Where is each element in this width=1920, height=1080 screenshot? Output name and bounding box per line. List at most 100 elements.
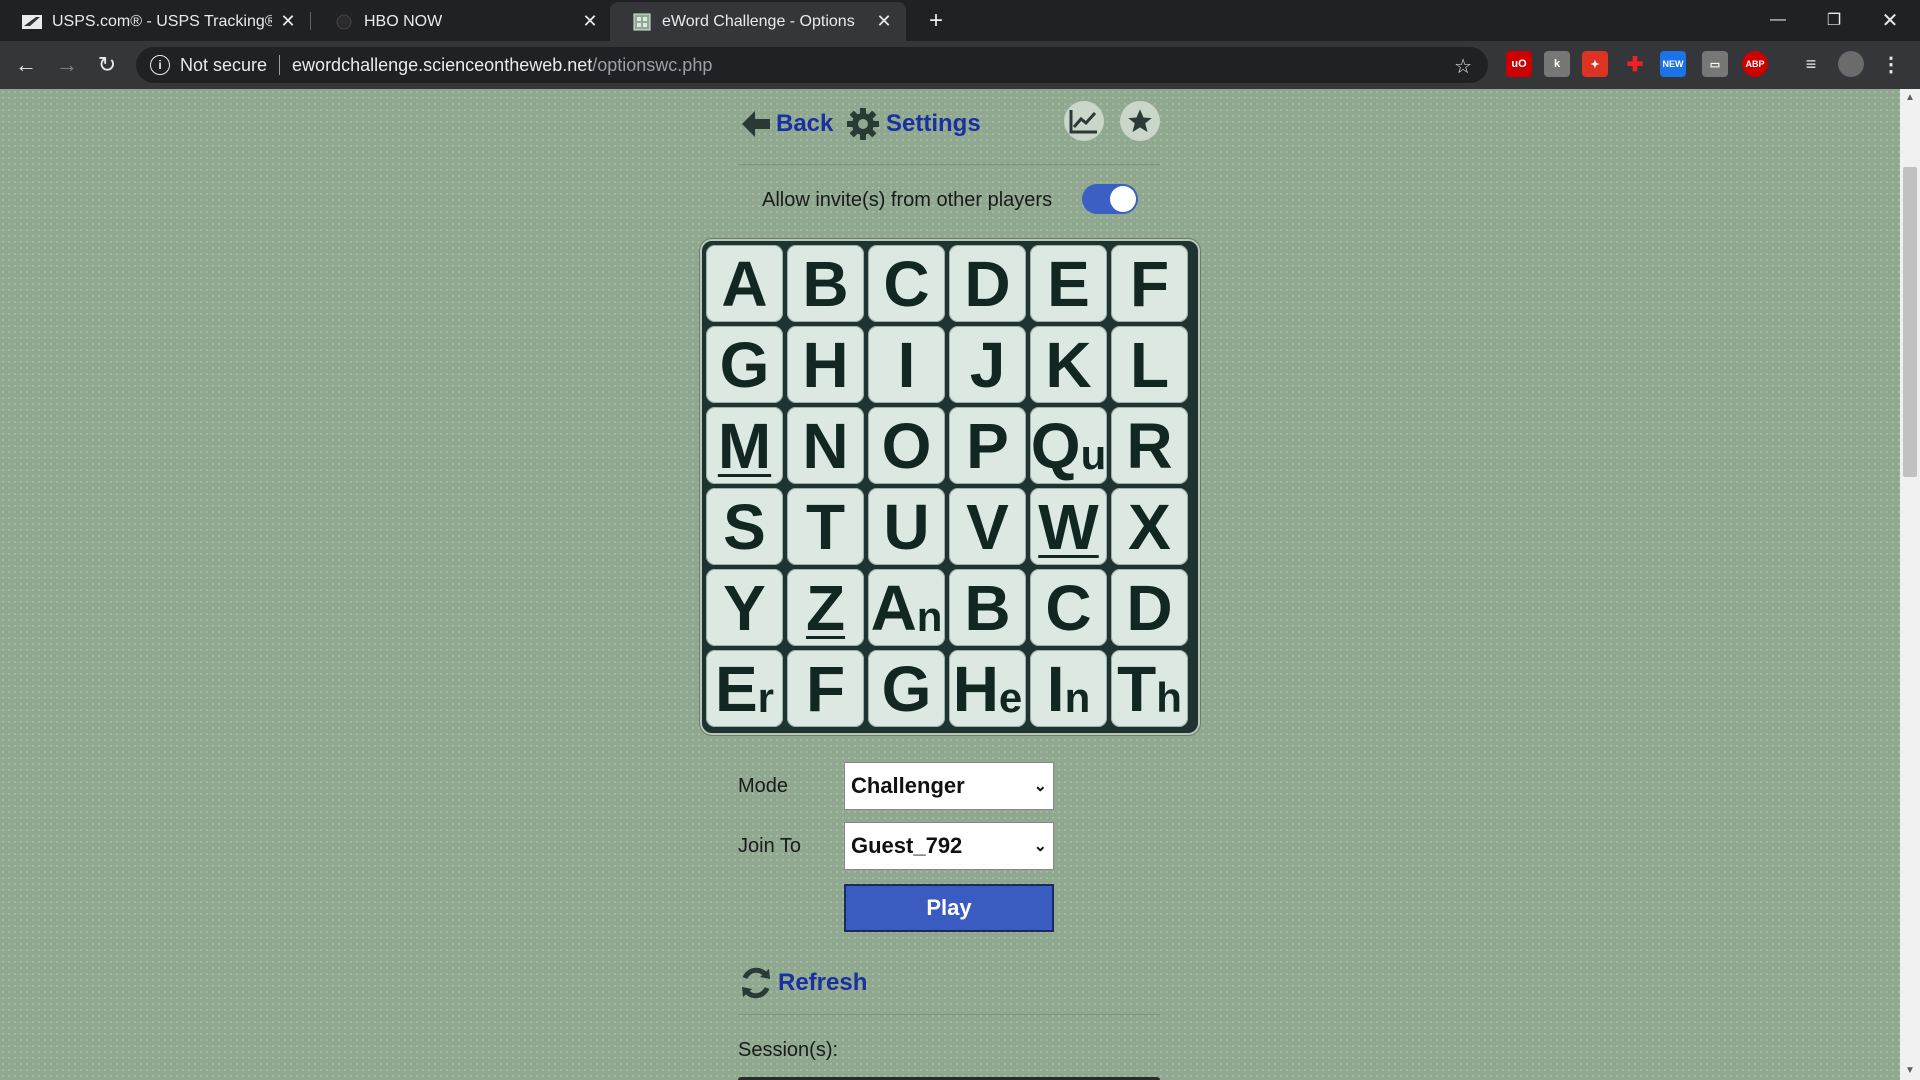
forward-nav-button[interactable]: → (53, 51, 81, 79)
tab-hbo[interactable]: HBO NOW ✕ (312, 2, 612, 41)
tile-letter: X (1128, 490, 1171, 563)
letter-tile[interactable]: Z (787, 569, 864, 646)
play-button[interactable]: Play (844, 884, 1054, 932)
letter-tile[interactable]: Er (706, 650, 783, 727)
join-select[interactable]: Guest_792 ⌄ (844, 822, 1054, 870)
letter-tile[interactable]: H (787, 326, 864, 403)
page-header: Back Settings (738, 101, 1160, 149)
extension-k-icon[interactable]: k (1544, 51, 1570, 77)
refresh-link[interactable]: Refresh (738, 965, 867, 1001)
close-icon[interactable]: ✕ (278, 11, 298, 31)
letter-tile[interactable]: D (949, 245, 1026, 322)
letter-tile[interactable]: U (868, 488, 945, 565)
extension-new-icon[interactable]: NEW (1660, 51, 1686, 77)
page-content: Back Settings Allow invite(s) from other… (0, 89, 1900, 1080)
letter-tile[interactable]: G (706, 326, 783, 403)
letter-tile[interactable]: E (1030, 245, 1107, 322)
favorites-button[interactable] (1120, 101, 1160, 141)
tab-title: USPS.com® - USPS Tracking® Re (52, 12, 272, 30)
letter-tile[interactable]: A (706, 245, 783, 322)
back-label: Back (776, 110, 834, 137)
back-nav-button[interactable]: ← (12, 51, 40, 79)
letter-tile[interactable]: S (706, 488, 783, 565)
close-window-button[interactable]: ✕ (1862, 0, 1918, 40)
tab-title: HBO NOW (364, 12, 443, 30)
letter-tile[interactable]: X (1111, 488, 1188, 565)
letter-tile[interactable]: Qu (1030, 407, 1107, 484)
scroll-up-arrow-icon[interactable]: ▲ (1900, 89, 1920, 107)
extension-gray-icon[interactable]: ▭ (1702, 51, 1728, 77)
reload-button[interactable]: ↻ (93, 51, 121, 79)
letter-tile[interactable]: F (1111, 245, 1188, 322)
adblock-icon[interactable]: ABP (1742, 51, 1768, 77)
letter-tile[interactable]: J (949, 326, 1026, 403)
tile-letter: I (897, 328, 916, 401)
letter-tile[interactable]: B (949, 569, 1026, 646)
menu-icon[interactable]: ⋮ (1878, 51, 1904, 77)
settings-link[interactable]: Settings (846, 107, 981, 141)
tile-letter: U (883, 490, 930, 563)
letter-tile[interactable]: P (949, 407, 1026, 484)
letter-tile[interactable]: F (787, 650, 864, 727)
restore-button[interactable]: ❐ (1806, 0, 1862, 40)
close-icon[interactable]: ✕ (580, 11, 600, 31)
letter-tile[interactable]: T (787, 488, 864, 565)
letter-tile[interactable]: O (868, 407, 945, 484)
letter-tile[interactable]: He (949, 650, 1026, 727)
tab-eword[interactable]: eWord Challenge - Options ✕ (610, 2, 906, 41)
letter-tile[interactable]: An (868, 569, 945, 646)
letter-tile[interactable]: R (1111, 407, 1188, 484)
extension-red-icon[interactable]: ✦ (1582, 51, 1608, 77)
chevron-down-icon: ⌄ (1033, 838, 1047, 855)
letter-tile[interactable]: K (1030, 326, 1107, 403)
letter-tile[interactable]: B (787, 245, 864, 322)
address-bar[interactable]: i Not secure ewordchallenge.scienceonthe… (136, 47, 1488, 83)
letter-tile[interactable]: C (868, 245, 945, 322)
tab-separator (310, 12, 311, 30)
tile-letter: N (802, 409, 849, 482)
tile-letter: Y (723, 571, 766, 644)
back-link[interactable]: Back (738, 107, 833, 141)
mode-select[interactable]: Challenger ⌄ (844, 762, 1054, 810)
letter-tile[interactable]: Th (1111, 650, 1188, 727)
tile-letter: P (966, 409, 1009, 482)
letter-tile[interactable]: V (949, 488, 1026, 565)
scroll-down-arrow-icon[interactable]: ▼ (1900, 1062, 1920, 1080)
letter-tile[interactable]: N (787, 407, 864, 484)
divider (279, 55, 281, 75)
minimize-button[interactable]: — (1750, 0, 1806, 40)
letter-tile[interactable]: I (868, 326, 945, 403)
letter-tile[interactable]: C (1030, 569, 1107, 646)
tile-letter: Z (805, 571, 846, 644)
ublock-icon[interactable]: uO (1506, 51, 1532, 77)
eword-page-icon (632, 12, 652, 32)
tile-letter: R (1126, 409, 1173, 482)
tile-letter: F (805, 652, 846, 725)
extension-cross-icon[interactable]: ✚ (1622, 51, 1648, 77)
join-label: Join To (738, 835, 802, 857)
letter-tile[interactable]: W (1030, 488, 1107, 565)
close-icon[interactable]: ✕ (874, 11, 894, 31)
letter-tile[interactable]: G (868, 650, 945, 727)
usps-eagle-icon (22, 12, 42, 32)
scrollbar-thumb[interactable] (1903, 167, 1917, 477)
tab-usps[interactable]: USPS.com® - USPS Tracking® Re ✕ (0, 2, 310, 41)
bookmark-star-icon[interactable]: ☆ (1454, 54, 1472, 79)
media-controls-icon[interactable]: ≡ (1798, 51, 1824, 77)
scrollbar[interactable]: ▲ ▼ (1900, 89, 1920, 1080)
letter-tile[interactable]: Y (706, 569, 783, 646)
invite-toggle[interactable] (1082, 184, 1138, 214)
tile-letter: C (1045, 571, 1092, 644)
tile-letter: E (714, 652, 758, 725)
new-tab-button[interactable]: + (923, 8, 949, 34)
tile-letter: H (802, 328, 849, 401)
letter-tile[interactable]: M (706, 407, 783, 484)
stats-button[interactable] (1064, 101, 1104, 141)
letter-tile[interactable]: L (1111, 326, 1188, 403)
info-icon[interactable]: i (150, 55, 170, 75)
avatar[interactable] (1838, 51, 1864, 77)
letter-tile[interactable]: D (1111, 569, 1188, 646)
chart-trend-icon (1069, 110, 1097, 134)
letter-tile[interactable]: In (1030, 650, 1107, 727)
tile-letter: T (805, 490, 846, 563)
